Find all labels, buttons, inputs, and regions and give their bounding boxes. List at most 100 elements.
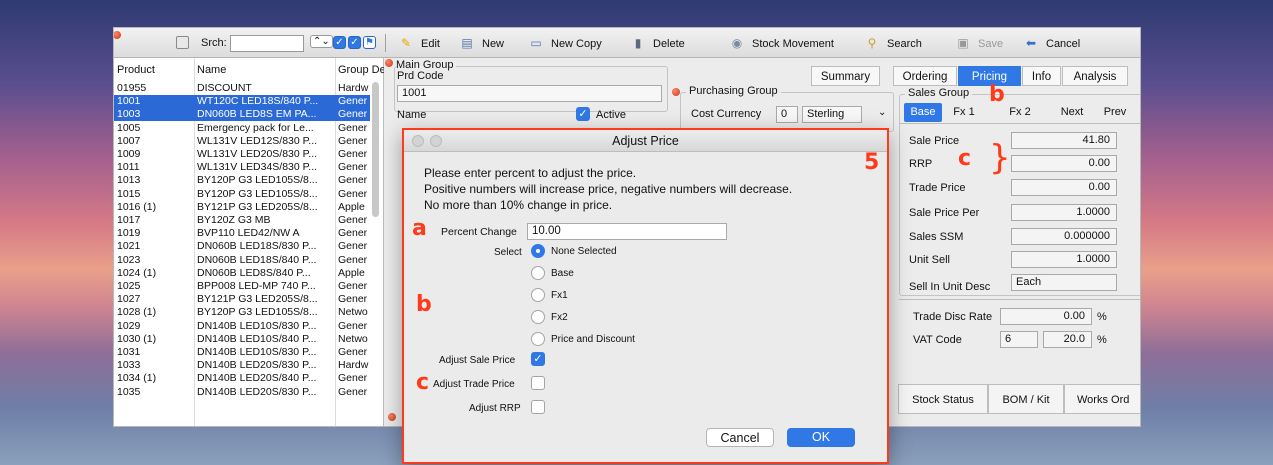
flag-icon[interactable]: ⚑ — [363, 36, 376, 49]
close-window-icon[interactable] — [412, 135, 424, 147]
currency-chevron-down-icon[interactable]: ⌄ — [878, 107, 886, 118]
currency-select[interactable]: Sterling — [802, 106, 862, 123]
table-row[interactable]: 1016 (1) BY121P G3 LED205S/8... Apple — [114, 201, 370, 214]
adjust-rrp-checkbox[interactable] — [531, 400, 545, 414]
adjust-trade-price-checkbox[interactable] — [531, 376, 545, 390]
tab-summary[interactable]: Summary — [811, 66, 880, 86]
sales-field-label: Sale Price — [909, 135, 960, 147]
tab-works-order[interactable]: Works Ord — [1064, 384, 1140, 414]
table-row[interactable]: 1034 (1) DN140B LED20S/840 P... Gener — [114, 372, 370, 385]
table-row[interactable]: 1035 DN140B LED20S/830 P... Gener — [114, 386, 370, 399]
new-button[interactable]: ▤ New — [460, 36, 504, 50]
save-button[interactable]: ▣ Save — [956, 36, 1003, 50]
annotation-c-fields: c — [958, 146, 972, 171]
table-row[interactable]: 1009 WL131V LED20S/830 P... Gener — [114, 148, 370, 161]
select-option-radio[interactable] — [531, 310, 545, 324]
sales-field-value[interactable]: 0.00 — [1011, 155, 1117, 172]
table-row[interactable]: 1023 DN060B LED18S/840 P... Gener — [114, 254, 370, 267]
table-row[interactable]: 1027 BY121P G3 LED205S/8... Gener — [114, 293, 370, 306]
tab-stock-status[interactable]: Stock Status — [898, 384, 988, 414]
edit-button[interactable]: ✎ Edit — [399, 36, 440, 50]
minimize-window-icon[interactable] — [430, 135, 442, 147]
active-checkbox[interactable]: ✓ — [576, 107, 590, 121]
list-scrollbar[interactable] — [372, 82, 379, 217]
percent-change-input[interactable]: 10.00 — [527, 223, 727, 240]
table-row[interactable]: 1005 Emergency pack for Le... Gener — [114, 122, 370, 135]
group-cell: Gener — [338, 293, 368, 306]
search-input[interactable] — [230, 35, 304, 52]
subtab-fx2[interactable]: Fx 2 — [1000, 103, 1040, 122]
select-option-radio[interactable] — [531, 332, 545, 346]
cancel-button[interactable]: Cancel — [706, 428, 774, 447]
table-row[interactable]: 1031 DN140B LED10S/830 P... Gener — [114, 346, 370, 359]
column-header-name[interactable]: Name — [197, 64, 226, 76]
trade-disc-field[interactable]: 0.00 — [1000, 308, 1092, 325]
table-row[interactable]: 1029 DN140B LED10S/830 P... Gener — [114, 320, 370, 333]
table-row[interactable]: 1003 DN060B LED8S EM PA... Gener — [114, 108, 370, 122]
annotation-a: a — [412, 216, 427, 241]
table-row[interactable]: 1017 BY120Z G3 MB Gener — [114, 214, 370, 227]
group-cell: Gener — [338, 148, 368, 160]
cost-currency-number[interactable]: 0 — [776, 106, 798, 123]
sales-field-value[interactable]: 1.0000 — [1011, 204, 1117, 221]
adjust-sale-price-checkbox[interactable]: ✓ — [531, 352, 545, 366]
product-code-cell: 1025 — [117, 280, 141, 292]
product-name-cell: DN060B LED8S EM PA... — [197, 108, 317, 121]
filter-checkbox-1[interactable]: ✓ — [333, 36, 346, 49]
table-row[interactable]: 1001 WT120C LED18S/840 P... Gener — [114, 95, 370, 109]
select-option-radio[interactable] — [531, 266, 545, 280]
sidebar-toggle-icon[interactable] — [176, 36, 189, 49]
vat-rate-field[interactable]: 20.0 — [1043, 331, 1092, 348]
table-row[interactable]: 1015 BY120P G3 LED105S/8... Gener — [114, 188, 370, 201]
sales-field-value[interactable]: 1.0000 — [1011, 251, 1117, 268]
table-row[interactable]: 1030 (1) DN140B LED10S/840 P... Netwo — [114, 333, 370, 346]
delete-button[interactable]: ▮ Delete — [631, 36, 685, 50]
product-name-cell: BPP008 LED-MP 740 P... — [197, 280, 316, 292]
subtab-next[interactable]: Next — [1052, 103, 1092, 122]
table-row[interactable]: 1007 WL131V LED12S/830 P... Gener — [114, 135, 370, 148]
sales-field-value[interactable]: 0.000000 — [1011, 228, 1117, 245]
table-row[interactable]: 01955 DISCOUNT Hardw — [114, 82, 370, 95]
annotation-b: b — [416, 292, 432, 317]
stock-movement-button[interactable]: ◉ Stock Movement — [730, 36, 834, 50]
cancel-toolbar-button[interactable]: ⬅ Cancel — [1024, 36, 1080, 50]
sales-field-value[interactable]: 0.00 — [1011, 179, 1117, 196]
vat-code-label: VAT Code — [913, 334, 962, 346]
subtab-prev[interactable]: Prev — [1095, 103, 1135, 122]
search-button[interactable]: ⚲ Search — [865, 36, 922, 50]
filter-checkbox-2[interactable]: ✓ — [348, 36, 361, 49]
group-cell: Gener — [338, 108, 368, 121]
select-option-radio[interactable] — [531, 244, 545, 258]
product-code-cell: 01955 — [117, 82, 147, 94]
sales-field-value[interactable]: 41.80 — [1011, 132, 1117, 149]
vat-code-field[interactable]: 6 — [1000, 331, 1038, 348]
table-row[interactable]: 1011 WL131V LED34S/830 P... Gener — [114, 161, 370, 174]
new-copy-button[interactable]: ▭ New Copy — [529, 36, 601, 50]
tab-bom-kit[interactable]: BOM / Kit — [988, 384, 1064, 414]
dialog-titlebar: Adjust Price — [404, 130, 887, 152]
product-code-cell: 1019 — [117, 227, 141, 240]
table-row[interactable]: 1028 (1) BY120P G3 LED105S/8... Netwo — [114, 306, 370, 319]
tab-ordering[interactable]: Ordering — [893, 66, 957, 86]
product-name-cell: BY120P G3 LED105S/8... — [197, 187, 318, 200]
table-row[interactable]: 1013 BY120P G3 LED105S/8... Gener — [114, 174, 370, 187]
product-code-cell: 1003 — [117, 108, 141, 121]
table-row[interactable]: 1024 (1) DN060B LED8S/840 P... Apple — [114, 267, 370, 280]
trash-icon: ▮ — [634, 36, 642, 50]
subtab-base[interactable]: Base — [904, 103, 942, 122]
tab-analysis[interactable]: Analysis — [1062, 66, 1128, 86]
toolbar-divider — [385, 34, 386, 52]
table-row[interactable]: 1025 BPP008 LED-MP 740 P... Gener — [114, 280, 370, 293]
table-row[interactable]: 1019 BVP110 LED42/NW A Gener — [114, 227, 370, 240]
prd-code-field[interactable]: 1001 — [397, 85, 662, 102]
column-header-group[interactable]: Group De — [338, 64, 384, 76]
subtab-fx1[interactable]: Fx 1 — [944, 103, 984, 122]
table-row[interactable]: 1033 DN140B LED20S/830 P... Hardw — [114, 359, 370, 372]
ok-button[interactable]: OK — [787, 428, 855, 447]
sell-in-unit-field[interactable]: Each — [1011, 274, 1117, 291]
tab-info[interactable]: Info — [1022, 66, 1061, 86]
select-option-radio[interactable] — [531, 288, 545, 302]
column-header-product[interactable]: Product — [117, 64, 155, 76]
table-row[interactable]: 1021 DN060B LED18S/830 P... Gener — [114, 240, 370, 253]
search-stepper[interactable]: ⌃⌄ — [310, 35, 333, 48]
